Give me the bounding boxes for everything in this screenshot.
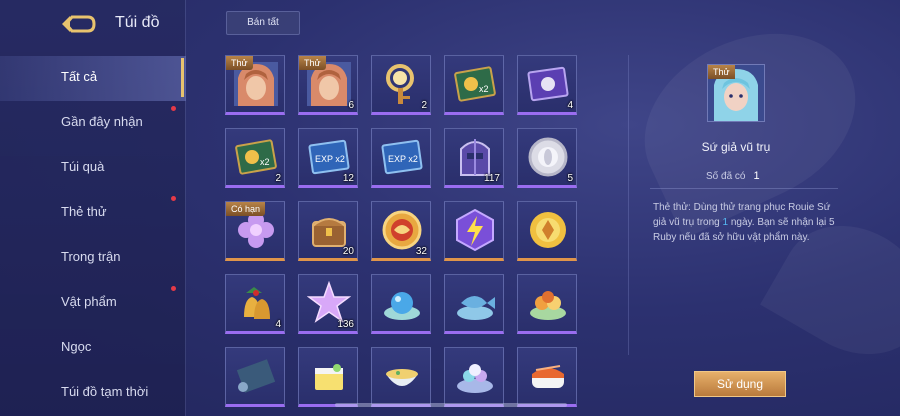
- inventory-slot-exp-x2-card[interactable]: EXP x2 12: [298, 128, 358, 188]
- sidebar-item-label: Ngọc: [61, 339, 92, 354]
- back-arrow-icon: [62, 15, 96, 33]
- horizontal-scrollbar[interactable]: [335, 403, 567, 407]
- notification-dot: [171, 286, 176, 291]
- sidebar-item-label: Thẻ thử: [61, 204, 107, 219]
- inventory-slot-crystal-star[interactable]: 136: [298, 274, 358, 334]
- item-count: 6: [348, 100, 354, 111]
- bells-icon: [234, 281, 278, 325]
- sidebar-item-label: Túi đồ tạm thời: [61, 384, 149, 399]
- back-button[interactable]: [60, 12, 100, 36]
- gold-x2-card-icon: x2: [234, 135, 278, 179]
- sun-emblem-icon: [526, 208, 570, 252]
- inventory-slot-limited-flower[interactable]: Có hạn: [225, 201, 285, 261]
- owned-count: Số đã có 1: [706, 170, 760, 182]
- sidebar-item-6[interactable]: Ngọc: [0, 326, 186, 371]
- sidebar-item-2[interactable]: Túi quà: [0, 146, 186, 191]
- inventory-slot-blue-orb-dish[interactable]: [371, 274, 431, 334]
- sidebar-item-4[interactable]: Trong trận: [0, 236, 186, 281]
- owned-label: Số đã có: [706, 171, 746, 182]
- cake-icon: [307, 354, 351, 398]
- inventory-slot-christmas-bells[interactable]: 4: [225, 274, 285, 334]
- inventory-slot-scroll[interactable]: [225, 347, 285, 407]
- soup-bowl-icon: [380, 354, 424, 398]
- sidebar-item-3[interactable]: Thẻ thử: [0, 191, 186, 236]
- category-nav: Tất cả Gần đây nhận Túi quà Thẻ thử Trong tr…: [0, 56, 186, 416]
- item-tag: Có hạn: [226, 202, 266, 216]
- fruit-dish-icon: [526, 281, 570, 325]
- inventory-slot-dragon-coin[interactable]: 32: [371, 201, 431, 261]
- page-title: Túi đồ: [115, 14, 160, 31]
- inventory-slot-trial-skin-rouie[interactable]: Thử: [225, 55, 285, 115]
- detail-separator: [650, 188, 838, 189]
- sell-all-button[interactable]: Bán tất: [226, 11, 300, 35]
- inventory-slot-gold-x2-card-2[interactable]: x2 2: [225, 128, 285, 188]
- item-count: 20: [342, 246, 354, 257]
- owned-value: 1: [753, 170, 760, 182]
- fish-dish-icon: [453, 281, 497, 325]
- sidebar-item-label: Vật phẩm: [61, 294, 117, 309]
- item-tag: Thử: [226, 56, 253, 70]
- item-count: 5: [567, 173, 573, 184]
- inventory-slot-exp-x2-card-2[interactable]: EXP x2: [371, 128, 431, 188]
- silver-coin-icon: [526, 135, 570, 179]
- inventory-slot-treasure-chest[interactable]: 20: [298, 201, 358, 261]
- sidebar-item-0[interactable]: Tất cả: [0, 56, 186, 101]
- notification-dot: [171, 106, 176, 111]
- sidebar-item-label: Trong trận: [61, 249, 121, 264]
- item-tag: Thử: [299, 56, 326, 70]
- inventory-slot-lightning-gem[interactable]: [444, 201, 504, 261]
- inventory-slot-trial-skin-hero[interactable]: Thử 6: [298, 55, 358, 115]
- use-button[interactable]: Sử dụng: [694, 371, 786, 397]
- svg-text:x2: x2: [479, 84, 489, 94]
- selected-item-icon: Thử: [707, 64, 765, 122]
- exp-x2-card-icon: EXP x2: [380, 135, 424, 179]
- inventory-slot-fruit-dish[interactable]: [517, 274, 577, 334]
- item-count: 136: [337, 319, 354, 330]
- category-sidebar: Túi đồ Tất cả Gần đây nhận Túi quà Thẻ thử T…: [0, 0, 186, 416]
- sidebar-item-label: Túi quà: [61, 159, 105, 174]
- inventory-slot-sushi[interactable]: [517, 347, 577, 407]
- item-count: 2: [275, 173, 281, 184]
- gold-x2-card-icon: x2: [453, 62, 497, 106]
- magnifier-key-icon: [380, 62, 424, 106]
- inventory-slot-cake[interactable]: [298, 347, 358, 407]
- selected-item-name: Sứ giả vũ trụ: [701, 140, 771, 154]
- inventory-slot-flower-dish[interactable]: [444, 347, 504, 407]
- inventory-slot-magnifier-key[interactable]: 2: [371, 55, 431, 115]
- item-count: 12: [342, 173, 354, 184]
- inventory-slot-fish-dish[interactable]: [444, 274, 504, 334]
- inventory-slot-gold-x2-card[interactable]: x2: [444, 55, 504, 115]
- sushi-icon: [526, 354, 570, 398]
- inventory-slot-purple-ticket[interactable]: 4: [517, 55, 577, 115]
- sidebar-item-label: Gần đây nhận: [61, 114, 143, 129]
- inventory-slot-silver-coin[interactable]: 5: [517, 128, 577, 188]
- svg-text:x2: x2: [260, 157, 270, 167]
- orb-dish-icon: [380, 281, 424, 325]
- inventory-slot-helmet-token[interactable]: 117: [444, 128, 504, 188]
- item-count: 32: [415, 246, 427, 257]
- sidebar-item-5[interactable]: Vật phẩm: [0, 281, 186, 326]
- panel-divider: [628, 55, 629, 355]
- item-count: 4: [275, 319, 281, 330]
- inventory-grid: Thử Thử 6 2 x2 4 x2 2 EXP x2 12 EXP x2 117 5 Có hạn 20…: [225, 55, 585, 416]
- item-count: 117: [484, 173, 500, 184]
- lightning-icon: [453, 208, 497, 252]
- trial-tag: Thử: [708, 65, 735, 79]
- scroll-icon: [234, 354, 278, 398]
- notification-dot: [171, 196, 176, 201]
- sidebar-item-1[interactable]: Gần đây nhận: [0, 101, 186, 146]
- item-count: 4: [567, 100, 573, 111]
- svg-text:EXP x2: EXP x2: [315, 154, 345, 164]
- inventory-slot-sun-emblem[interactable]: [517, 201, 577, 261]
- item-description: Thẻ thử: Dùng thử trang phục Rouie Sứ gi…: [653, 200, 843, 245]
- flower-dish-icon: [453, 354, 497, 398]
- inventory-slot-soup-bowl[interactable]: [371, 347, 431, 407]
- sidebar-item-label: Tất cả: [61, 69, 98, 84]
- sidebar-item-7[interactable]: Túi đồ tạm thời: [0, 371, 186, 416]
- item-count: 2: [421, 100, 427, 111]
- purple-ticket-icon: [526, 62, 570, 106]
- svg-text:EXP x2: EXP x2: [388, 154, 418, 164]
